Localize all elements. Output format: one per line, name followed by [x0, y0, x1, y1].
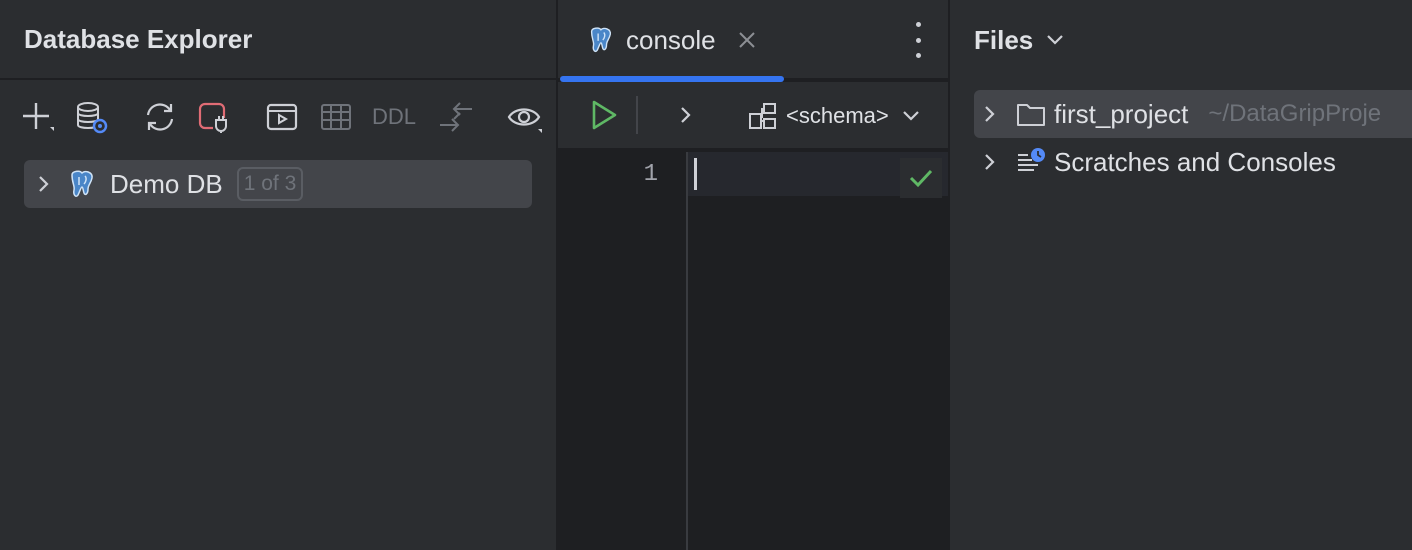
schema-selector[interactable]: <schema>	[748, 82, 921, 150]
database-explorer-panel: Database Explorer DDL Demo DB 1 of 3	[0, 0, 556, 550]
inspection-status[interactable]	[900, 158, 942, 198]
ide-window: Database Explorer DDL Demo DB 1 of 3 con…	[0, 0, 1412, 550]
eye-icon	[507, 108, 543, 133]
execute-button[interactable]	[582, 93, 626, 137]
project-path: ~/DataGripProje	[1208, 100, 1382, 127]
console-icon	[266, 103, 298, 131]
chevron-right-icon[interactable]	[978, 150, 1002, 174]
postgresql-elephant-icon	[586, 26, 614, 54]
explorer-title: Database Explorer	[24, 23, 253, 54]
chevron-right-icon[interactable]	[978, 102, 1002, 126]
close-icon	[738, 32, 755, 48]
console-editor-panel: console <schema> 1	[556, 0, 948, 550]
ddl-button[interactable]: DDL	[372, 104, 416, 130]
data-source-properties-button[interactable]	[74, 97, 110, 137]
chevron-down-icon	[1047, 35, 1064, 45]
connection-count-badge: 1 of 3	[236, 167, 304, 201]
tree-item-demo-db[interactable]: Demo DB 1 of 3	[24, 160, 532, 208]
refresh-icon	[146, 103, 174, 131]
tree-item-label: first_project	[1054, 98, 1189, 129]
disconnect-icon	[198, 102, 229, 133]
chevron-right-icon	[681, 107, 691, 123]
explorer-toolbar: DDL	[0, 80, 556, 154]
editor-gutter	[558, 152, 688, 550]
chevron-right-icon[interactable]	[32, 172, 56, 196]
compare-arrows-icon	[440, 102, 473, 132]
schema-label: <schema>	[786, 103, 889, 128]
editor-tab-bar: console	[558, 0, 948, 82]
tree-item-label: Scratches and Consoles	[1054, 146, 1336, 177]
expand-toolbar-button[interactable]	[678, 105, 694, 125]
table-icon	[321, 104, 351, 130]
code-editor[interactable]	[692, 152, 948, 550]
tree-item-label: Demo DB	[110, 168, 223, 199]
tab-console[interactable]: console	[558, 0, 784, 82]
explorer-header: Database Explorer	[0, 0, 556, 80]
play-icon	[592, 100, 617, 130]
chevron-down-icon	[902, 111, 919, 121]
postgresql-elephant-icon	[66, 169, 96, 199]
folder-icon	[1016, 101, 1046, 127]
more-options-button[interactable]	[910, 22, 926, 58]
database-settings-icon	[77, 102, 108, 134]
tab-label: console	[626, 24, 716, 55]
toolbar-separator	[636, 96, 638, 134]
tree-item-scratches[interactable]: Scratches and Consoles	[974, 138, 1412, 186]
view-options-button[interactable]	[506, 97, 544, 137]
checkmark-icon	[909, 169, 933, 188]
compare-button[interactable]	[438, 97, 474, 137]
edit-data-button[interactable]	[318, 97, 354, 137]
files-panel: Files first_project ~/DataGripProje Scra…	[948, 0, 1412, 550]
add-button[interactable]	[20, 97, 56, 137]
scratches-icon	[1016, 147, 1046, 177]
schema-icon	[749, 103, 776, 129]
files-header[interactable]: Files	[950, 0, 1412, 80]
close-tab-button[interactable]	[738, 27, 756, 53]
plus-icon	[23, 103, 54, 131]
tree-item-first-project[interactable]: first_project ~/DataGripProje	[974, 90, 1412, 138]
console-toolbar: <schema>	[558, 82, 948, 150]
line-number: 1	[643, 160, 658, 188]
files-title: Files	[974, 24, 1034, 55]
jump-to-console-button[interactable]	[264, 97, 300, 137]
disconnect-button[interactable]	[196, 97, 232, 137]
refresh-button[interactable]	[142, 97, 178, 137]
